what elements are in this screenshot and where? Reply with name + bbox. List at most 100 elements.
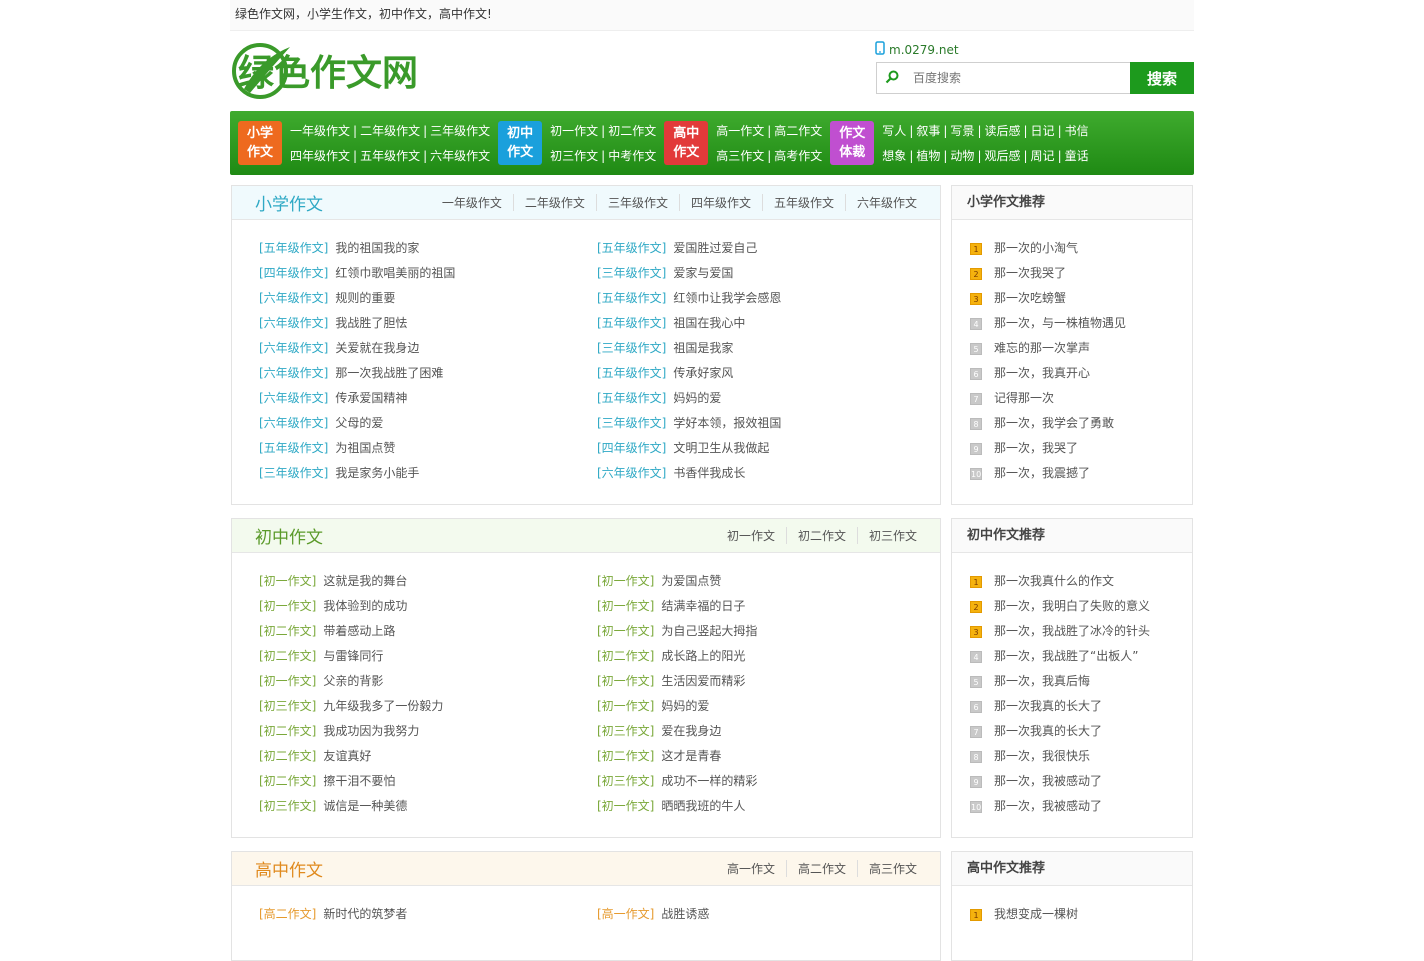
article-category[interactable]: [六年级作文] [259, 416, 328, 430]
article-title[interactable]: 成长路上的阳光 [661, 649, 745, 663]
recommend-link[interactable]: 那一次我真的长大了 [994, 719, 1102, 744]
article-category[interactable]: [六年级作文] [597, 466, 666, 480]
article-category[interactable]: [初三作文] [597, 774, 654, 788]
article-category[interactable]: [初二作文] [259, 774, 316, 788]
nav-badge[interactable]: 高中 作文 [664, 121, 709, 165]
article-title[interactable]: 诚信是一种美德 [323, 799, 407, 813]
nav-link[interactable]: 五年级作文 [360, 149, 420, 163]
article-title[interactable]: 我的祖国我的家 [335, 241, 419, 255]
nav-link[interactable]: 初一作文 [550, 124, 598, 138]
recommend-link[interactable]: 那一次吃螃蟹 [994, 286, 1066, 311]
article-title[interactable]: 祖国是我家 [673, 341, 733, 355]
mobile-site-link[interactable]: m.0279.net [875, 41, 959, 58]
nav-link[interactable]: 高二作文 [774, 124, 822, 138]
nav-link[interactable]: 初三作文 [550, 149, 598, 163]
article-category[interactable]: [初一作文] [597, 599, 654, 613]
nav-link[interactable]: 想象 [882, 149, 906, 163]
section-title[interactable]: 初中作文 [255, 523, 323, 548]
nav-link[interactable]: 六年级作文 [430, 149, 490, 163]
article-title[interactable]: 这才是青春 [661, 749, 721, 763]
article-category[interactable]: [初二作文] [597, 649, 654, 663]
article-title[interactable]: 这就是我的舞台 [323, 574, 407, 588]
article-category[interactable]: [三年级作文] [597, 266, 666, 280]
article-category[interactable]: [四年级作文] [597, 441, 666, 455]
article-title[interactable]: 书香伴我成长 [673, 466, 745, 480]
article-category[interactable]: [五年级作文] [597, 391, 666, 405]
recommend-link[interactable]: 那一次，我学会了勇敢 [994, 411, 1114, 436]
article-title[interactable]: 爱家与爱国 [673, 266, 733, 280]
article-title[interactable]: 那一次我战胜了困难 [335, 366, 443, 380]
article-title[interactable]: 传承爱国精神 [335, 391, 407, 405]
section-title[interactable]: 小学作文 [255, 190, 323, 215]
article-category[interactable]: [初二作文] [259, 724, 316, 738]
nav-link[interactable]: 四年级作文 [290, 149, 350, 163]
article-title[interactable]: 学好本领，报效祖国 [673, 416, 781, 430]
nav-badge[interactable]: 作文 体裁 [830, 121, 875, 165]
article-category[interactable]: [五年级作文] [597, 366, 666, 380]
recommend-link[interactable]: 那一次，我被感动了 [994, 794, 1102, 819]
article-category[interactable]: [六年级作文] [259, 391, 328, 405]
nav-link[interactable]: 周记 [1031, 149, 1055, 163]
article-title[interactable]: 祖国在我心中 [673, 316, 745, 330]
recommend-link[interactable]: 那一次，我战胜了“出板人” [994, 644, 1138, 669]
article-title[interactable]: 红领巾让我学会感恩 [673, 291, 781, 305]
article-title[interactable]: 父母的爱 [335, 416, 383, 430]
article-title[interactable]: 爱在我身边 [661, 724, 721, 738]
article-category[interactable]: [初一作文] [597, 574, 654, 588]
section-tab[interactable]: 五年级作文 [761, 194, 845, 211]
nav-link[interactable]: 高一作文 [716, 124, 764, 138]
nav-link[interactable]: 读后感 [984, 124, 1020, 138]
nav-link[interactable]: 写人 [882, 124, 906, 138]
recommend-link[interactable]: 那一次，与一株植物遇见 [994, 311, 1126, 336]
article-title[interactable]: 与雷锋同行 [323, 649, 383, 663]
nav-link[interactable]: 初二作文 [608, 124, 656, 138]
nav-link[interactable]: 童话 [1065, 149, 1089, 163]
article-title[interactable]: 新时代的筑梦者 [323, 907, 407, 921]
nav-badge[interactable]: 初中 作文 [498, 121, 543, 165]
article-title[interactable]: 生活因爱而精彩 [661, 674, 745, 688]
nav-link[interactable]: 写景 [950, 124, 974, 138]
article-title[interactable]: 为自己竖起大拇指 [661, 624, 757, 638]
site-logo[interactable]: 绿色作文网 [230, 39, 435, 99]
article-category[interactable]: [初二作文] [259, 649, 316, 663]
nav-link[interactable]: 书信 [1065, 124, 1089, 138]
article-category[interactable]: [五年级作文] [259, 441, 328, 455]
article-category[interactable]: [五年级作文] [597, 316, 666, 330]
article-title[interactable]: 晒晒我班的牛人 [661, 799, 745, 813]
nav-link[interactable]: 一年级作文 [290, 124, 350, 138]
article-title[interactable]: 妈妈的爱 [661, 699, 709, 713]
article-title[interactable]: 规则的重要 [335, 291, 395, 305]
nav-link[interactable]: 日记 [1031, 124, 1055, 138]
article-title[interactable]: 我是家务小能手 [335, 466, 419, 480]
article-category[interactable]: [三年级作文] [259, 466, 328, 480]
article-category[interactable]: [六年级作文] [259, 291, 328, 305]
article-title[interactable]: 我体验到的成功 [323, 599, 407, 613]
nav-link[interactable]: 中考作文 [608, 149, 656, 163]
article-category[interactable]: [三年级作文] [597, 341, 666, 355]
recommend-link[interactable]: 记得那一次 [994, 386, 1054, 411]
section-tab[interactable]: 四年级作文 [678, 194, 762, 211]
recommend-link[interactable]: 那一次，我战胜了冰冷的针头 [994, 619, 1150, 644]
article-category[interactable]: [初一作文] [597, 624, 654, 638]
article-title[interactable]: 文明卫生从我做起 [673, 441, 769, 455]
article-category[interactable]: [初三作文] [259, 799, 316, 813]
recommend-link[interactable]: 那一次，我明白了失败的意义 [994, 594, 1150, 619]
article-category[interactable]: [五年级作文] [597, 291, 666, 305]
article-category[interactable]: [初一作文] [259, 574, 316, 588]
article-category[interactable]: [六年级作文] [259, 341, 328, 355]
search-button[interactable]: 搜索 [1130, 62, 1194, 94]
article-category[interactable]: [初二作文] [259, 624, 316, 638]
recommend-link[interactable]: 那一次的小淘气 [994, 236, 1078, 261]
section-tab[interactable]: 初一作文 [716, 527, 786, 544]
article-title[interactable]: 结满幸福的日子 [661, 599, 745, 613]
recommend-link[interactable]: 那一次，我真开心 [994, 361, 1090, 386]
search-input[interactable] [913, 64, 1123, 92]
article-category[interactable]: [初二作文] [259, 749, 316, 763]
recommend-link[interactable]: 那一次我哭了 [994, 261, 1066, 286]
article-title[interactable]: 红领巾歌唱美丽的祖国 [335, 266, 455, 280]
recommend-link[interactable]: 我想变成一棵树 [994, 902, 1078, 927]
nav-link[interactable]: 植物 [916, 149, 940, 163]
article-category[interactable]: [初一作文] [597, 699, 654, 713]
article-title[interactable]: 擦干泪不要怕 [323, 774, 395, 788]
article-title[interactable]: 妈妈的爱 [673, 391, 721, 405]
